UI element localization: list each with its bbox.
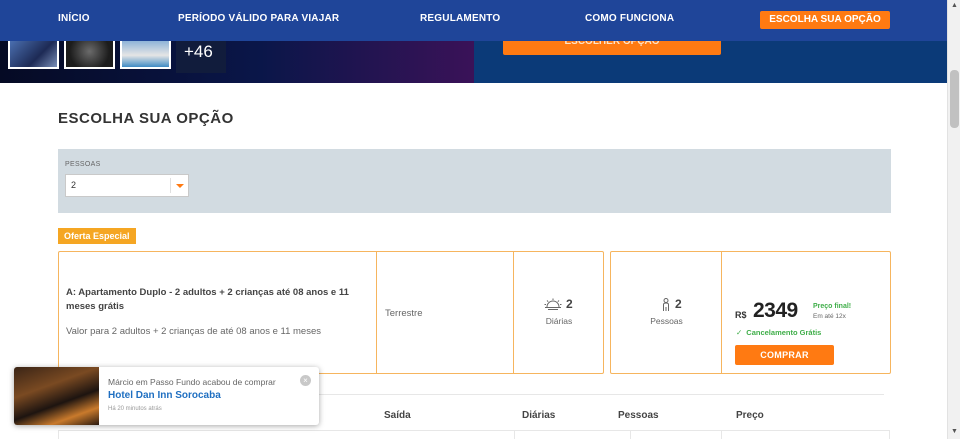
people-count: 2 — [675, 297, 682, 311]
close-icon[interactable]: × — [300, 375, 311, 386]
hero-gallery: +46 — [0, 41, 474, 83]
sun-icon — [544, 298, 562, 310]
people-filter-label: PESSOAS — [65, 161, 101, 168]
column-header-people: Pessoas — [618, 410, 659, 421]
offer-title: A: Apartamento Duplo - 2 adultos + 2 cri… — [66, 287, 349, 312]
nav-link-regulamento[interactable]: REGULAMENTO — [420, 13, 500, 24]
offer-days: 2 Diárias — [514, 252, 604, 373]
gallery-thumbnail[interactable] — [8, 41, 59, 69]
offer-transport-type: Terrestre — [377, 252, 514, 373]
page-scrollbar[interactable]: ▲ ▼ — [947, 0, 960, 439]
more-photos-counter[interactable]: +46 — [176, 41, 226, 73]
special-offer-badge: Oferta Especial — [58, 228, 136, 244]
top-navigation: INÍCIO PERÍODO VÁLIDO PARA VIAJAR REGULA… — [0, 0, 947, 41]
nav-link-como-funciona[interactable]: COMO FUNCIONA — [585, 13, 674, 24]
column-header-exit: Saída — [384, 410, 411, 421]
person-icon — [663, 298, 669, 311]
column-header-price: Preço — [736, 410, 764, 421]
check-icon: ✓ — [736, 328, 743, 337]
price-card: 2 Pessoas R$ 2349 Preço final! Em até 12… — [610, 251, 891, 374]
section-title: ESCOLHA SUA OPÇÃO — [58, 110, 234, 127]
hero-banner: +46 ESCOLHER OPÇÃO — [0, 41, 947, 83]
transport-type-label: Terrestre — [385, 308, 423, 319]
installments-note: Em até 12x — [813, 313, 846, 320]
column-divider — [630, 431, 631, 439]
days-count: 2 — [566, 297, 573, 311]
free-cancellation-label: Cancelamento Grátis — [746, 328, 822, 337]
nav-link-periodo[interactable]: PERÍODO VÁLIDO PARA VIAJAR — [178, 13, 339, 24]
gallery-thumbnail[interactable] — [120, 41, 171, 69]
next-offer-card — [58, 430, 890, 439]
hero-choose-option-button[interactable]: ESCOLHER OPÇÃO — [503, 41, 721, 55]
notification-time: Há 20 minutos atrás — [108, 406, 162, 412]
people-label: Pessoas — [650, 316, 683, 326]
free-cancellation: ✓ Cancelamento Grátis — [736, 328, 821, 337]
notification-hotel-link[interactable]: Hotel Dan Inn Sorocaba — [108, 390, 221, 401]
people-select-value: 2 — [71, 180, 77, 190]
currency-symbol: R$ — [735, 310, 747, 320]
days-label: Diárias — [545, 316, 573, 326]
nav-link-inicio[interactable]: INÍCIO — [58, 13, 90, 24]
purchase-notification[interactable]: Márcio em Passo Fundo acabou de comprar … — [14, 367, 319, 425]
people-select[interactable]: 2 — [65, 174, 189, 197]
offer-subtitle: Valor para 2 adultos + 2 crianças de até… — [66, 326, 321, 337]
notification-message: Márcio em Passo Fundo acabou de comprar — [108, 377, 276, 387]
offer-description: A: Apartamento Duplo - 2 adultos + 2 cri… — [59, 252, 377, 373]
hotel-thumbnail — [14, 367, 99, 425]
chevron-down-icon — [170, 178, 188, 193]
offer-card: A: Apartamento Duplo - 2 adultos + 2 cri… — [58, 251, 604, 374]
final-price-note: Preço final! — [813, 303, 852, 310]
scroll-up-icon[interactable]: ▲ — [951, 2, 958, 9]
scroll-thumb[interactable] — [950, 70, 959, 128]
column-divider — [721, 431, 722, 439]
nav-choose-option-button[interactable]: ESCOLHA SUA OPÇÃO — [760, 11, 890, 29]
column-header-days: Diárias — [522, 410, 556, 421]
price-value: R$ 2349 Preço final! Em até 12x ✓ Cancela… — [722, 252, 890, 373]
gallery-thumbnail[interactable] — [64, 41, 115, 69]
scroll-down-icon[interactable]: ▼ — [951, 428, 958, 435]
price-amount: 2349 — [753, 299, 798, 322]
filter-bar: PESSOAS 2 — [58, 149, 891, 213]
column-divider — [514, 431, 515, 439]
price-people: 2 Pessoas — [611, 252, 722, 373]
buy-button[interactable]: COMPRAR — [735, 345, 834, 365]
